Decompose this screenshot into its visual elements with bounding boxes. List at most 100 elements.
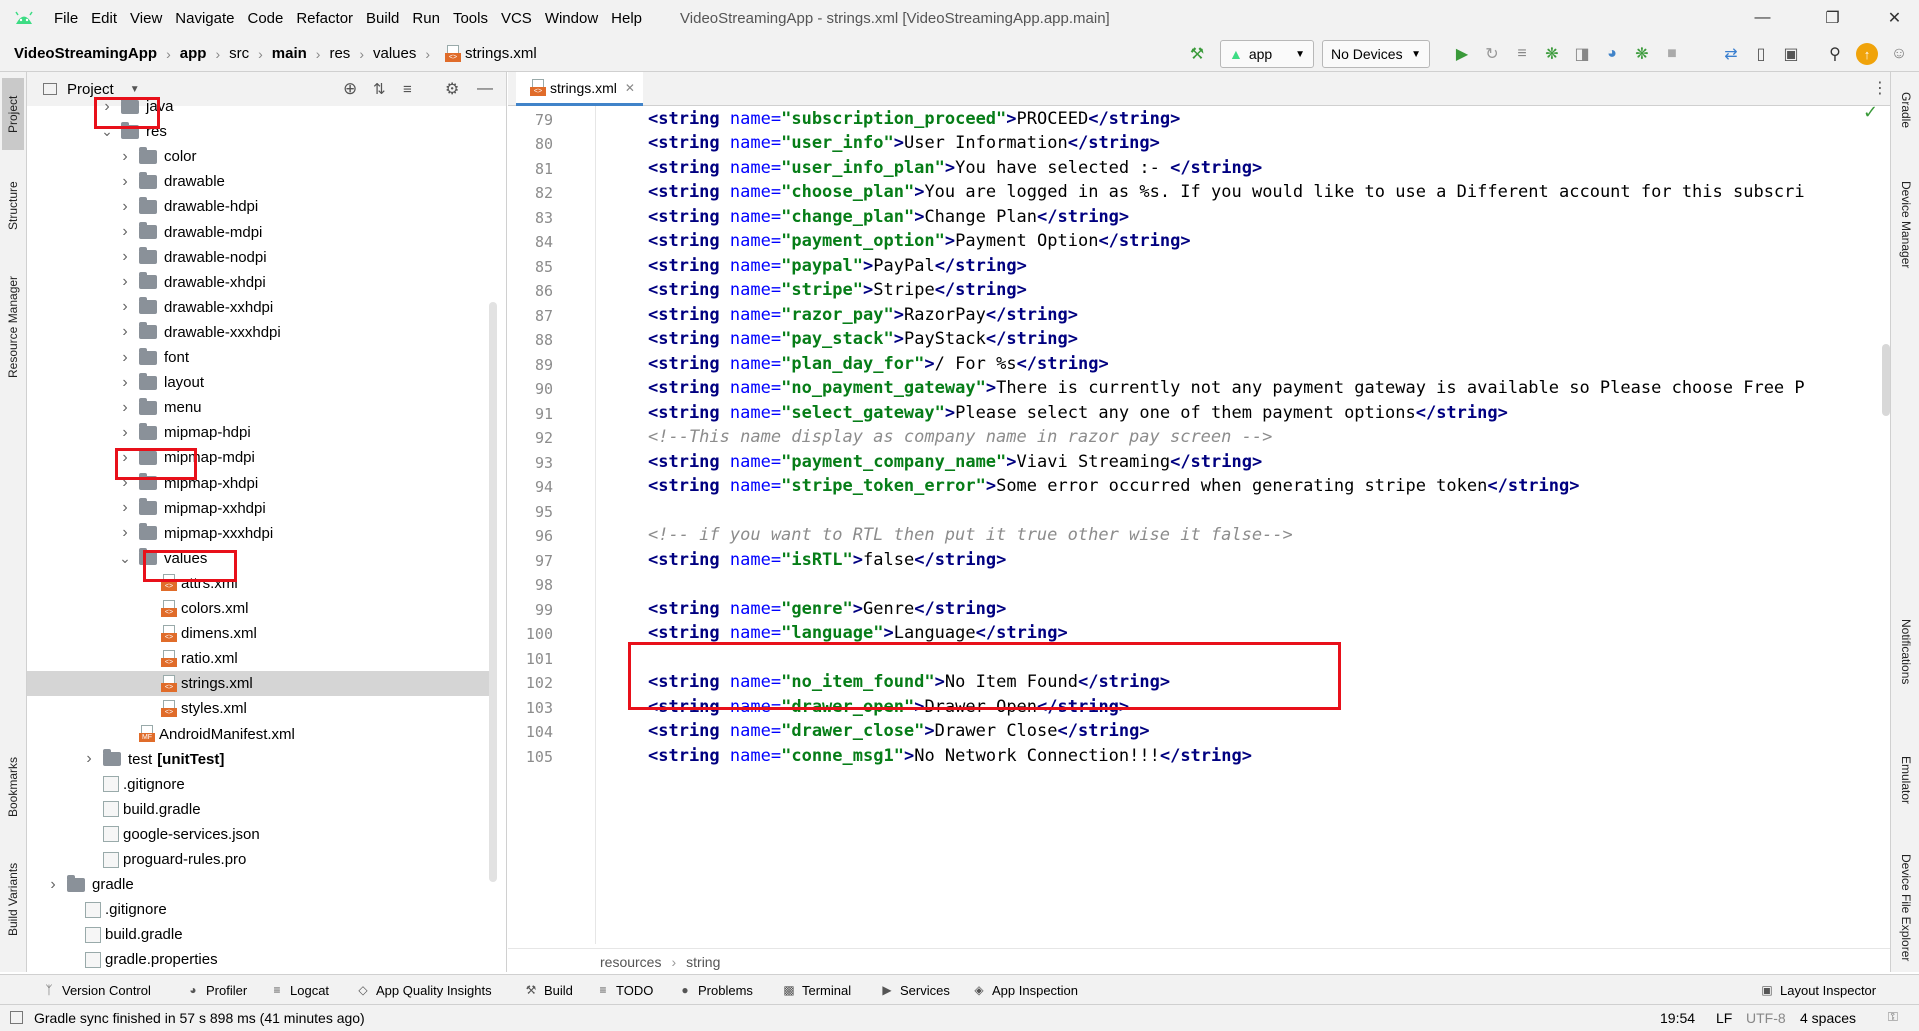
tree-row-gitignore[interactable]: .gitignore bbox=[27, 897, 495, 922]
device-manager-icon[interactable]: ▯ bbox=[1750, 43, 1772, 65]
crumb-file[interactable]: strings.xml bbox=[465, 45, 537, 62]
code-line[interactable]: <string name="user_info">User Informatio… bbox=[648, 133, 1160, 153]
tree-row-drawable-xxhdpi[interactable]: › drawable-xxhdpi bbox=[27, 295, 495, 320]
chevron-right-icon[interactable]: › bbox=[117, 499, 133, 517]
code-line[interactable]: <string name="payment_company_name">Viav… bbox=[648, 452, 1262, 472]
crumb-src[interactable]: src bbox=[229, 45, 249, 62]
menu-refactor[interactable]: Refactor bbox=[296, 10, 353, 27]
chevron-right-icon[interactable]: › bbox=[117, 374, 133, 392]
tree-row-androidmanifest-xml[interactable]: MF AndroidManifest.xml bbox=[27, 722, 495, 747]
code-line[interactable]: <string name="stripe">Stripe</string> bbox=[648, 280, 1027, 300]
tree-row-layout[interactable]: › layout bbox=[27, 370, 495, 395]
code-line[interactable]: <string name="select_gateway">Please sel… bbox=[648, 403, 1508, 423]
status-message[interactable]: Gradle sync finished in 57 s 898 ms (41 … bbox=[34, 1010, 365, 1026]
debug-icon[interactable]: ❋ bbox=[1541, 43, 1563, 65]
code-line[interactable]: <string name="language">Language</string… bbox=[648, 623, 1068, 643]
run-config-select[interactable]: ▲ app ▼ bbox=[1220, 40, 1314, 68]
line-separator[interactable]: LF bbox=[1716, 1010, 1732, 1026]
tree-row-build-gradle[interactable]: build.gradle bbox=[27, 922, 495, 947]
tree-row-drawable-mdpi[interactable]: › drawable-mdpi bbox=[27, 220, 495, 245]
tree-row-ratio-xml[interactable]: <> ratio.xml bbox=[27, 646, 495, 671]
profile-icon[interactable]: ◕ bbox=[1601, 43, 1623, 65]
tree-row-mipmap-xhdpi[interactable]: › mipmap-xhdpi bbox=[27, 471, 495, 496]
code-line[interactable]: <string name="subscription_proceed">PROC… bbox=[648, 109, 1180, 129]
sync-gradle-icon[interactable]: ⇄ bbox=[1720, 43, 1742, 65]
update-icon[interactable]: ↑ bbox=[1856, 43, 1878, 65]
crumb-string[interactable]: string bbox=[686, 954, 720, 970]
tree-row-mipmap-mdpi[interactable]: › mipmap-mdpi bbox=[27, 445, 495, 470]
bottom-tab-version-control[interactable]: ᛉ Version Control bbox=[42, 975, 151, 1005]
tree-row-mipmap-xxhdpi[interactable]: › mipmap-xxhdpi bbox=[27, 496, 495, 521]
tree-row-font[interactable]: › font bbox=[27, 345, 495, 370]
rerun-icon[interactable]: ↻ bbox=[1481, 43, 1503, 65]
chevron-right-icon[interactable]: › bbox=[117, 223, 133, 241]
apply-changes-icon[interactable]: ≡ bbox=[1511, 43, 1533, 65]
code-line[interactable]: <string name="plan_day_for">/ For %s</st… bbox=[648, 354, 1109, 374]
tool-tab-notifications[interactable]: Notifications bbox=[1896, 602, 1916, 702]
tree-row-mipmap-hdpi[interactable]: › mipmap-hdpi bbox=[27, 420, 495, 445]
tree-row-gradle-properties[interactable]: gradle.properties bbox=[27, 947, 495, 972]
menu-navigate[interactable]: Navigate bbox=[175, 10, 234, 27]
bottom-tab-profiler[interactable]: ◕ Profiler bbox=[186, 975, 247, 1005]
chevron-down-icon[interactable]: ▼ bbox=[130, 84, 140, 95]
chevron-right-icon[interactable]: › bbox=[117, 399, 133, 417]
bottom-tab-app-inspection[interactable]: ◈ App Inspection bbox=[972, 975, 1078, 1005]
chevron-right-icon[interactable]: › bbox=[117, 198, 133, 216]
bottom-tab-build[interactable]: ⚒ Build bbox=[524, 975, 573, 1005]
menu-vcs[interactable]: VCS bbox=[501, 10, 532, 27]
chevron-right-icon[interactable]: › bbox=[117, 298, 133, 316]
code-line[interactable]: <string name="stripe_token_error">Some e… bbox=[648, 476, 1579, 496]
code-line[interactable]: <string name="pay_stack">PayStack</strin… bbox=[648, 329, 1078, 349]
tree-row-strings-xml[interactable]: <> strings.xml bbox=[27, 671, 495, 697]
device-select[interactable]: No Devices ▼ bbox=[1322, 40, 1430, 68]
bottom-tab-layout-inspector[interactable]: ▣ Layout Inspector bbox=[1760, 975, 1876, 1005]
chevron-down-icon[interactable]: ⌄ bbox=[117, 550, 133, 567]
tree-row-drawable-xhdpi[interactable]: › drawable-xhdpi bbox=[27, 270, 495, 295]
tree-row-colors-xml[interactable]: <> colors.xml bbox=[27, 596, 495, 621]
crumb-module[interactable]: app bbox=[180, 45, 207, 62]
chevron-right-icon[interactable]: › bbox=[81, 750, 97, 768]
tree-row-drawable-xxxhdpi[interactable]: › drawable-xxxhdpi bbox=[27, 320, 495, 345]
stop-icon[interactable]: ■ bbox=[1661, 43, 1683, 65]
tree-row-values[interactable]: ⌄ values bbox=[27, 546, 495, 571]
tree-row-gitignore[interactable]: .gitignore bbox=[27, 772, 495, 797]
chevron-right-icon[interactable]: › bbox=[117, 524, 133, 542]
tree-row-test[interactable]: › test [unitTest] bbox=[27, 747, 495, 772]
menu-tools[interactable]: Tools bbox=[453, 10, 488, 27]
tree-row-drawable[interactable]: › drawable bbox=[27, 169, 495, 194]
tree-row-drawable-hdpi[interactable]: › drawable-hdpi bbox=[27, 194, 495, 219]
tree-row-gradle[interactable]: › gradle bbox=[27, 872, 495, 897]
hammer-icon[interactable]: ⚒ bbox=[1186, 43, 1208, 65]
tree-row-build-gradle[interactable]: build.gradle bbox=[27, 797, 495, 822]
tree-row-dimens-xml[interactable]: <> dimens.xml bbox=[27, 621, 495, 646]
minimize-icon[interactable]: — bbox=[1740, 0, 1785, 36]
menu-view[interactable]: View bbox=[130, 10, 162, 27]
code-line[interactable]: <string name="payment_option">Payment Op… bbox=[648, 231, 1191, 251]
bottom-tab-logcat[interactable]: ≡ Logcat bbox=[270, 975, 329, 1005]
tool-tab-device-file-explorer[interactable]: Device File Explorer bbox=[1896, 848, 1916, 968]
tree-row-proguard-rules-pro[interactable]: proguard-rules.pro bbox=[27, 847, 495, 872]
tool-tab-bookmarks[interactable]: Bookmarks bbox=[2, 747, 24, 827]
indent-setting[interactable]: 4 spaces bbox=[1800, 1010, 1856, 1026]
close-icon[interactable]: ✕ bbox=[1872, 0, 1917, 36]
code-editor[interactable]: 7879808182838485868788899091929394959697… bbox=[508, 106, 1890, 944]
code-line[interactable]: <string name="no_payment_gateway">There … bbox=[648, 378, 1805, 398]
tool-tab-build-variants[interactable]: Build Variants bbox=[2, 852, 24, 947]
run-icon[interactable]: ▶ bbox=[1451, 43, 1473, 65]
chevron-right-icon[interactable]: › bbox=[117, 273, 133, 291]
tool-tab-resource-manager[interactable]: Resource Manager bbox=[2, 262, 24, 392]
code-line[interactable]: <string name="drawer_close">Drawer Close… bbox=[648, 721, 1150, 741]
chevron-right-icon[interactable]: › bbox=[45, 876, 61, 894]
bottom-tab-terminal[interactable]: ▩ Terminal bbox=[782, 975, 851, 1005]
tool-tab-gradle[interactable]: Gradle bbox=[1896, 78, 1916, 142]
tree-row-google-services-json[interactable]: google-services.json bbox=[27, 822, 495, 847]
caret-position[interactable]: 19:54 bbox=[1660, 1010, 1695, 1026]
status-toggle-icon[interactable] bbox=[10, 1011, 23, 1024]
bottom-tab-problems[interactable]: ● Problems bbox=[678, 975, 753, 1005]
menu-file[interactable]: File bbox=[54, 10, 78, 27]
tree-row-styles-xml[interactable]: <> styles.xml bbox=[27, 696, 495, 721]
sdk-manager-icon[interactable]: ▣ bbox=[1780, 43, 1802, 65]
menu-build[interactable]: Build bbox=[366, 10, 399, 27]
search-icon[interactable]: ⚲ bbox=[1824, 43, 1846, 65]
crumb-values[interactable]: values bbox=[373, 45, 416, 62]
